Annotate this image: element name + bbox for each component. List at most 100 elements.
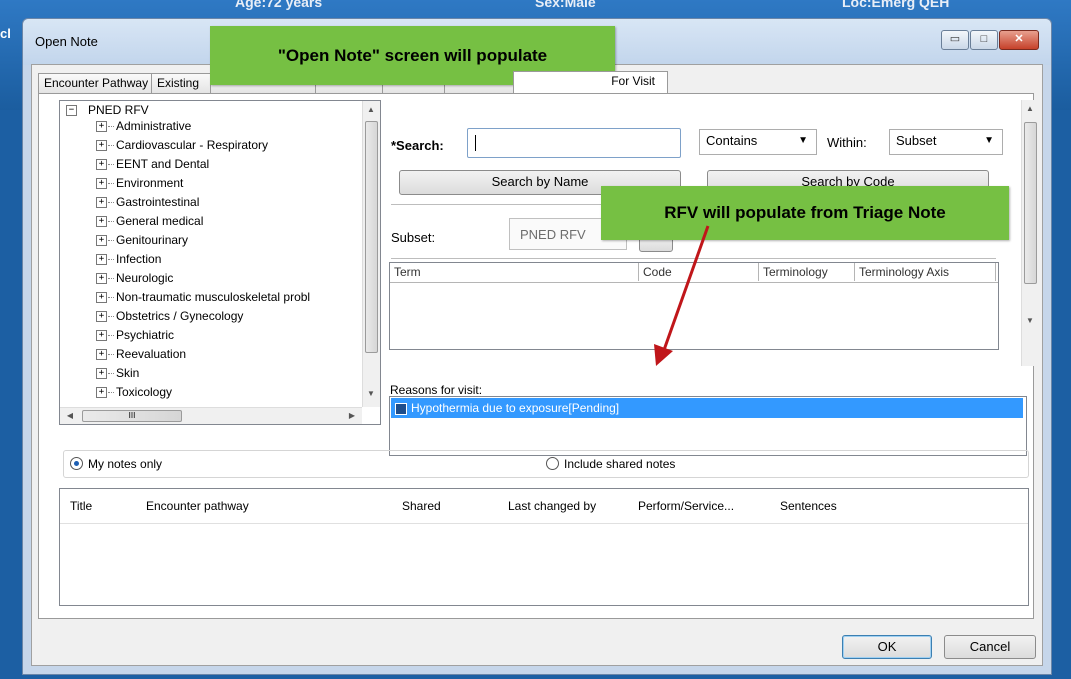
column-header-perform-service[interactable]: Perform/Service... [638,499,734,513]
tree-connector [108,335,114,336]
tree-item-label: Reevaluation [116,347,187,361]
tab-encounter-pathway[interactable]: Encounter Pathway [38,73,156,93]
expand-icon[interactable]: + [96,197,107,208]
tab-existing[interactable]: Existing [151,73,215,93]
expand-icon[interactable]: + [96,349,107,360]
tree-connector [108,354,114,355]
scroll-down-icon[interactable]: ▼ [1022,316,1038,325]
tree-item-label: Neurologic [116,271,174,285]
reasons-list[interactable]: Hypothermia due to exposure[Pending] [389,396,1027,456]
rfv-tree[interactable]: − PNED RFV + Administrative + Cardiovascula… [59,100,381,425]
tree-item-label: EENT and Dental [116,157,210,171]
scroll-right-icon[interactable]: ▶ [344,411,360,420]
match-mode-value: Contains [706,133,758,148]
notes-grid-header: Title Encounter pathway Shared Last chan… [60,489,1028,524]
tree-connector [108,373,114,374]
scroll-up-icon[interactable]: ▲ [1022,104,1038,113]
minimize-button[interactable]: ▭ [941,30,969,50]
reason-status-icon [395,403,407,415]
expand-icon[interactable]: + [96,292,107,303]
column-header-terminology-axis[interactable]: Terminology Axis [855,263,996,281]
tree-item-label: Non-traumatic musculoskeletal probl [116,290,311,304]
tree-connector [108,164,114,165]
tree-connector [108,278,114,279]
reason-item[interactable]: Hypothermia due to exposure[Pending] [391,398,1023,418]
notes-filter-group: My notes only Include shared notes [63,450,1029,478]
expand-icon[interactable]: + [96,140,107,151]
shared-notes-label[interactable]: Include shared notes [564,457,675,471]
tree-item-label: Cardiovascular - Respiratory [116,138,269,152]
chevron-down-icon: ▼ [984,135,994,146]
tree-connector [108,183,114,184]
tree-item-label: Toxicology [116,385,173,399]
tab-panel: − PNED RFV + Administrative + Cardiovascula… [38,93,1039,619]
expand-icon[interactable]: + [96,330,107,341]
dialog-title: Open Note [35,34,98,49]
expand-icon[interactable]: + [96,178,107,189]
tree-vscrollbar[interactable]: ▲ ▼ [362,101,380,407]
tree-item-label: Gastrointestinal [116,195,200,209]
tree-item-label: Skin [116,366,140,380]
tree-item-label: Obstetrics / Gynecology [116,309,244,323]
subset-label: Subset: [391,230,436,245]
tab-reason-for-visit[interactable]: For Visit [513,71,668,93]
my-notes-radio[interactable] [70,457,83,470]
tree-item-label: Genitourinary [116,233,189,247]
tree-connector [108,202,114,203]
search-label: *Search: [391,138,444,153]
collapse-icon[interactable]: − [66,105,77,116]
expand-icon[interactable]: + [96,254,107,265]
patient-location: Loc:Emerg QEH [842,0,950,10]
column-header-terminology[interactable]: Terminology [759,263,855,281]
expand-icon[interactable]: + [96,273,107,284]
tree-connector [108,297,114,298]
tree-connector [108,316,114,317]
text-caret [475,135,476,151]
expand-icon[interactable]: + [96,368,107,379]
red-arrow-icon [654,225,710,366]
expand-icon[interactable]: + [96,159,107,170]
tree-item-label: Infection [116,252,162,266]
column-header-last-changed-by[interactable]: Last changed by [508,499,596,513]
scroll-left-icon[interactable]: ◀ [62,411,78,420]
scroll-down-icon[interactable]: ▼ [363,389,379,398]
within-value: Subset [896,133,937,148]
shared-notes-radio[interactable] [546,457,559,470]
tree-connector [108,240,114,241]
form-vscrollbar[interactable]: ▲ ▼ [1021,100,1039,366]
tree-item-label: Administrative [116,119,192,133]
ok-button[interactable]: OK [842,635,932,659]
cancel-button[interactable]: Cancel [944,635,1036,659]
column-header-term[interactable]: Term [390,263,639,281]
tree-item-label: General medical [116,214,204,228]
dialog-client-area: Encounter Pathway Existing For Visit − P… [31,64,1043,666]
search-input[interactable] [467,128,681,158]
tree-connector [108,392,114,393]
form-scroll-thumb[interactable] [1024,122,1037,284]
close-button[interactable]: ✕ [999,30,1039,50]
within-select[interactable]: Subset ▼ [889,129,1003,155]
expand-icon[interactable]: + [96,235,107,246]
tree-item-label: Environment [116,176,184,190]
column-header-sentences[interactable]: Sentences [780,499,837,513]
column-header-encounter-pathway[interactable]: Encounter pathway [146,499,249,513]
tree-scroll-thumb[interactable] [365,121,378,353]
my-notes-label[interactable]: My notes only [88,457,162,471]
maximize-button[interactable]: □ [970,30,998,50]
tree-connector [108,126,114,127]
tree-connector [108,221,114,222]
match-mode-select[interactable]: Contains ▼ [699,129,817,155]
tree-hscrollbar[interactable]: ◀ III ▶ [60,407,362,424]
expand-icon[interactable]: + [96,311,107,322]
tree-hscroll-thumb[interactable]: III [82,410,182,422]
expand-icon[interactable]: + [96,121,107,132]
expand-icon[interactable]: + [96,387,107,398]
tree-connector [108,259,114,260]
open-note-dialog: Open Note ▭ □ ✕ Encounter Pathway Existi… [22,18,1052,675]
scroll-up-icon[interactable]: ▲ [363,105,379,114]
column-header-shared[interactable]: Shared [402,499,441,513]
expand-icon[interactable]: + [96,216,107,227]
notes-grid[interactable]: Title Encounter pathway Shared Last chan… [59,488,1029,606]
column-header-title[interactable]: Title [70,499,92,513]
patient-sex: Sex:Male [535,0,596,10]
